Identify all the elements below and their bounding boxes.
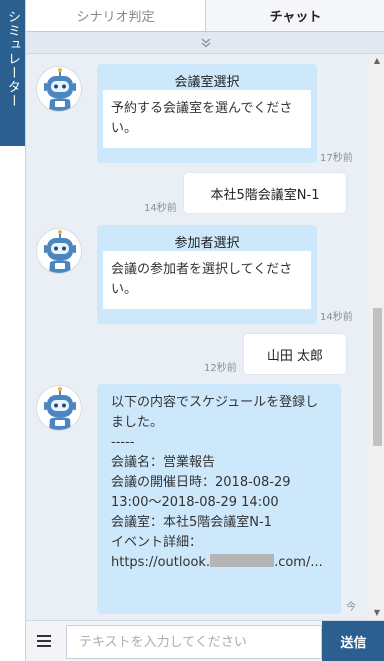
bot-card-attendee-select: 参加者選択 会議の参加者を選択してください。 <box>97 225 317 324</box>
card-body: 会議の参加者を選択してください。 <box>103 251 311 309</box>
hamburger-menu-icon[interactable] <box>34 631 54 651</box>
robot-icon <box>44 230 76 273</box>
bot-avatar <box>36 228 82 274</box>
bot-message-schedule-confirmation: 以下の内容でスケジュールを登録しました。 ----- 会議名：営業報告 会議の開… <box>97 384 341 614</box>
bot-card-room-select: 会議室選択 予約する会議室を選んでください。 <box>97 64 317 163</box>
chat-scrollbar[interactable]: ▲ ▼ <box>369 54 384 620</box>
simulator-side-tab-label: シミュレーター <box>5 10 20 108</box>
message-timestamp: 14秒前 <box>320 312 353 323</box>
message-timestamp: 17秒前 <box>320 153 353 164</box>
tab-chat[interactable]: チャット <box>206 0 384 31</box>
tab-scenario-judgment[interactable]: シナリオ判定 <box>26 0 206 31</box>
bot-avatar <box>36 66 82 112</box>
collapse-toggle[interactable] <box>26 32 384 54</box>
user-message: 山田 太郎 <box>244 334 346 374</box>
send-button[interactable]: 送信 <box>322 621 384 661</box>
chat-panel: シナリオ判定 チャット 会議室選択 予約する会議室を選んでください。 17秒前 … <box>25 0 384 661</box>
message-list[interactable]: 会議室選択 予約する会議室を選んでください。 17秒前 14秒前 本社5階会議室… <box>26 54 369 620</box>
message-timestamp: 14秒前 <box>144 203 177 214</box>
tab-bar: シナリオ判定 チャット <box>26 0 384 32</box>
message-input[interactable] <box>66 625 322 659</box>
scroll-thumb[interactable] <box>373 308 382 446</box>
bot-avatar <box>36 385 82 431</box>
message-text: 以下の内容でスケジュールを登録しました。 ----- 会議名：営業報告 会議の開… <box>111 395 319 570</box>
card-title: 会議室選択 <box>174 75 240 90</box>
user-message: 本社5階会議室N-1 <box>184 173 346 213</box>
simulator-side-tab[interactable]: シミュレーター <box>0 0 25 146</box>
input-bar: 送信 <box>26 620 384 661</box>
scroll-down-arrow-icon[interactable]: ▼ <box>369 608 384 618</box>
message-text-continued: .com/... <box>274 555 323 570</box>
message-timestamp: 12秒前 <box>204 363 237 374</box>
redacted-block <box>210 554 275 567</box>
card-body: 予約する会議室を選んでください。 <box>103 90 311 148</box>
message-timestamp: 今 <box>346 602 356 613</box>
scroll-up-arrow-icon[interactable]: ▲ <box>369 56 384 66</box>
robot-icon <box>44 68 76 111</box>
card-title: 参加者選択 <box>174 236 240 251</box>
double-chevron-down-icon <box>201 37 210 47</box>
robot-icon <box>44 387 76 430</box>
